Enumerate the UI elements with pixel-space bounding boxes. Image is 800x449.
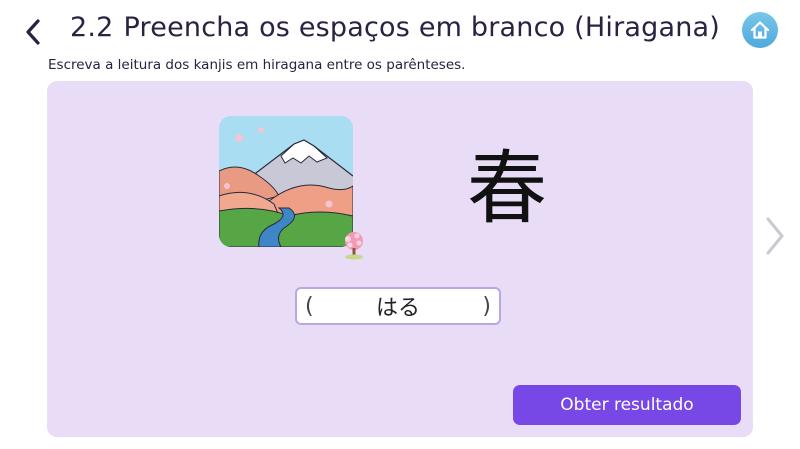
kanji-character: 春 (467, 142, 547, 235)
exercise-card: 春 ( ) Obter resultado (47, 81, 753, 437)
page-title: 2.2 Preencha os espaços em branco (Hiraga… (70, 12, 720, 43)
section-number: 2.2 (70, 12, 114, 43)
back-button[interactable] (18, 14, 48, 50)
spring-mountain-illustration (219, 116, 353, 247)
chevron-left-icon (26, 19, 40, 45)
instruction-text: Escreva a leitura dos kanjis em hiragana… (48, 57, 466, 73)
answer-field[interactable]: ( ) (295, 287, 501, 325)
next-button[interactable] (760, 212, 790, 260)
cherry-blossom-icon (337, 229, 371, 263)
paren-close: ) (482, 293, 491, 319)
get-result-button[interactable]: Obter resultado (513, 385, 741, 425)
home-icon (750, 21, 770, 39)
answer-input[interactable] (321, 292, 475, 320)
chevron-right-icon (766, 217, 784, 255)
exercise-screen: 2.2 Preencha os espaços em branco (Hiraga… (0, 0, 800, 449)
title-text: Preencha os espaços em branco (Hiragana) (123, 12, 721, 43)
home-button[interactable] (742, 12, 778, 48)
paren-open: ( (305, 293, 314, 319)
